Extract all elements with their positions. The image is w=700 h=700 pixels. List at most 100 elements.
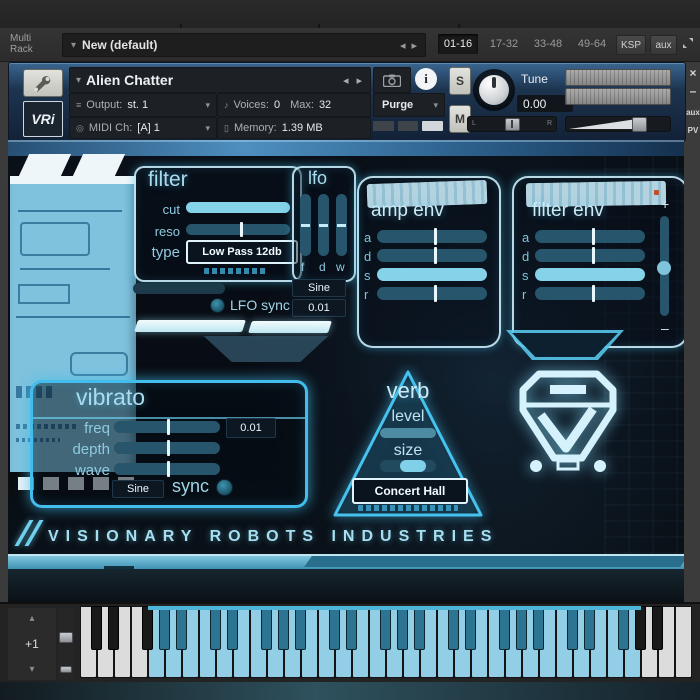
fenv-decay-slider[interactable] (535, 249, 645, 262)
fenv-sustain-slider[interactable] (535, 268, 645, 281)
chevron-down-icon[interactable]: ▾ (76, 75, 81, 86)
black-key[interactable] (516, 606, 527, 650)
preset-next-button[interactable]: ▸ (411, 39, 417, 52)
black-key[interactable] (397, 606, 408, 650)
fenv-amount-slider[interactable] (660, 216, 669, 316)
slider-handle[interactable] (400, 460, 426, 472)
purge-dropdown[interactable]: Purge ▾ (373, 93, 445, 117)
black-key[interactable] (380, 606, 391, 650)
verb-room-dropdown[interactable]: Concert Hall (352, 478, 468, 504)
lfo-depth-slider[interactable] (318, 194, 329, 256)
verb-level-slider[interactable] (380, 428, 436, 438)
midi-channel-selector[interactable]: ◎ MIDI Ch: [A] 1 ▾ (69, 117, 217, 139)
vibrato-wave-slider[interactable] (114, 463, 220, 475)
output-selector[interactable]: ≡ Output: st. 1 ▾ (69, 93, 217, 117)
deco-trapezoid (188, 336, 344, 362)
preset-dropdown[interactable]: ▾ New (default) ◂ ▸ (62, 33, 426, 57)
slider-marker (592, 285, 595, 302)
black-key[interactable] (635, 606, 646, 650)
page-tab-49-64[interactable]: 49-64 (572, 34, 612, 54)
minimize-button[interactable]: – (686, 84, 700, 98)
filter-reso-slider[interactable] (186, 224, 290, 235)
vibrato-sync-led[interactable] (216, 479, 233, 496)
handle-slit (511, 120, 513, 128)
vibrato-freq-slider[interactable] (114, 421, 220, 433)
memory-icon: ▯ (224, 123, 229, 134)
chevron-down-icon: ▾ (205, 100, 210, 111)
black-key[interactable] (329, 606, 340, 650)
black-key[interactable] (278, 606, 289, 650)
page-tab-17-32[interactable]: 17-32 (484, 34, 524, 54)
amp-release-slider[interactable] (377, 287, 487, 300)
verb-size-slider[interactable] (380, 460, 436, 472)
pan-slider[interactable]: L R (467, 116, 557, 132)
deco-panel-bottom (8, 569, 684, 602)
black-key[interactable] (448, 606, 459, 650)
vibrato-wave-dropdown[interactable]: Sine (112, 480, 164, 498)
black-key[interactable] (584, 606, 595, 650)
black-key[interactable] (567, 606, 578, 650)
prev-instrument-button[interactable]: ◂ (343, 74, 349, 87)
knob-pointer (492, 77, 496, 88)
black-key[interactable] (499, 606, 510, 650)
fenv-attack-slider[interactable] (535, 230, 645, 243)
black-key[interactable] (176, 606, 187, 650)
aux-button[interactable]: aux (650, 35, 677, 55)
transpose-down-button[interactable]: ▾ (29, 664, 34, 675)
mini-fader-handle[interactable] (60, 666, 72, 673)
amp-decay-slider[interactable] (377, 249, 487, 262)
black-key[interactable] (618, 606, 629, 650)
lfo-rate-value[interactable]: 0.01 (292, 299, 346, 317)
fenv-release-slider[interactable] (535, 287, 645, 300)
lfo-wave-slider[interactable] (336, 194, 347, 256)
filter-type-dropdown[interactable]: Low Pass 12db (186, 240, 298, 264)
close-button[interactable]: × (686, 66, 700, 80)
white-key[interactable] (675, 606, 692, 678)
volume-handle[interactable] (632, 117, 647, 132)
amp-s-label: s (364, 268, 371, 283)
keyboard-keys[interactable] (80, 606, 692, 678)
black-key[interactable] (346, 606, 357, 650)
snapshot-button[interactable] (373, 67, 411, 93)
pv-toggle[interactable]: PV (686, 126, 700, 135)
solo-button[interactable]: S (449, 67, 471, 95)
page-tab-33-48[interactable]: 33-48 (528, 34, 568, 54)
black-key[interactable] (210, 606, 221, 650)
amp-sustain-slider[interactable] (377, 268, 487, 281)
black-key[interactable] (108, 606, 119, 650)
vibrato-rate-value[interactable]: 0.01 (226, 418, 276, 438)
wrench-button[interactable] (23, 69, 63, 97)
next-instrument-button[interactable]: ▸ (356, 74, 362, 87)
preset-prev-button[interactable]: ◂ (400, 39, 406, 52)
lfo-sync-led[interactable] (210, 298, 225, 313)
black-key[interactable] (159, 606, 170, 650)
black-key[interactable] (465, 606, 476, 650)
black-key[interactable] (295, 606, 306, 650)
filter-cut-slider[interactable] (186, 202, 290, 213)
black-key[interactable] (91, 606, 102, 650)
mini-fader-handle[interactable] (59, 632, 73, 643)
black-key[interactable] (142, 606, 153, 650)
slider-handle[interactable] (657, 261, 671, 275)
reso-label: reso (140, 224, 180, 239)
resize-icon[interactable] (681, 36, 695, 55)
black-key[interactable] (414, 606, 425, 650)
black-key[interactable] (227, 606, 238, 650)
volume-slider[interactable] (565, 116, 671, 132)
lfo-freq-slider[interactable] (300, 194, 311, 256)
black-key[interactable] (261, 606, 272, 650)
transpose-up-button[interactable]: ▴ (29, 613, 34, 624)
info-icon[interactable]: i (415, 68, 437, 90)
black-key[interactable] (652, 606, 663, 650)
output-label: Output: (86, 99, 122, 111)
ksp-button[interactable]: KSP (616, 35, 646, 55)
tune-knob[interactable] (473, 69, 515, 111)
pan-handle[interactable] (505, 118, 520, 131)
vibrato-depth-slider[interactable] (114, 442, 220, 454)
amp-attack-slider[interactable] (377, 230, 487, 243)
page-tab-01-16[interactable]: 01-16 (438, 34, 478, 54)
lfo-wave-dropdown[interactable]: Sine (292, 279, 346, 297)
aux-toggle[interactable]: aux (686, 108, 700, 117)
instrument-title-bar[interactable]: ▾ Alien Chatter ◂ ▸ (69, 67, 371, 93)
black-key[interactable] (533, 606, 544, 650)
